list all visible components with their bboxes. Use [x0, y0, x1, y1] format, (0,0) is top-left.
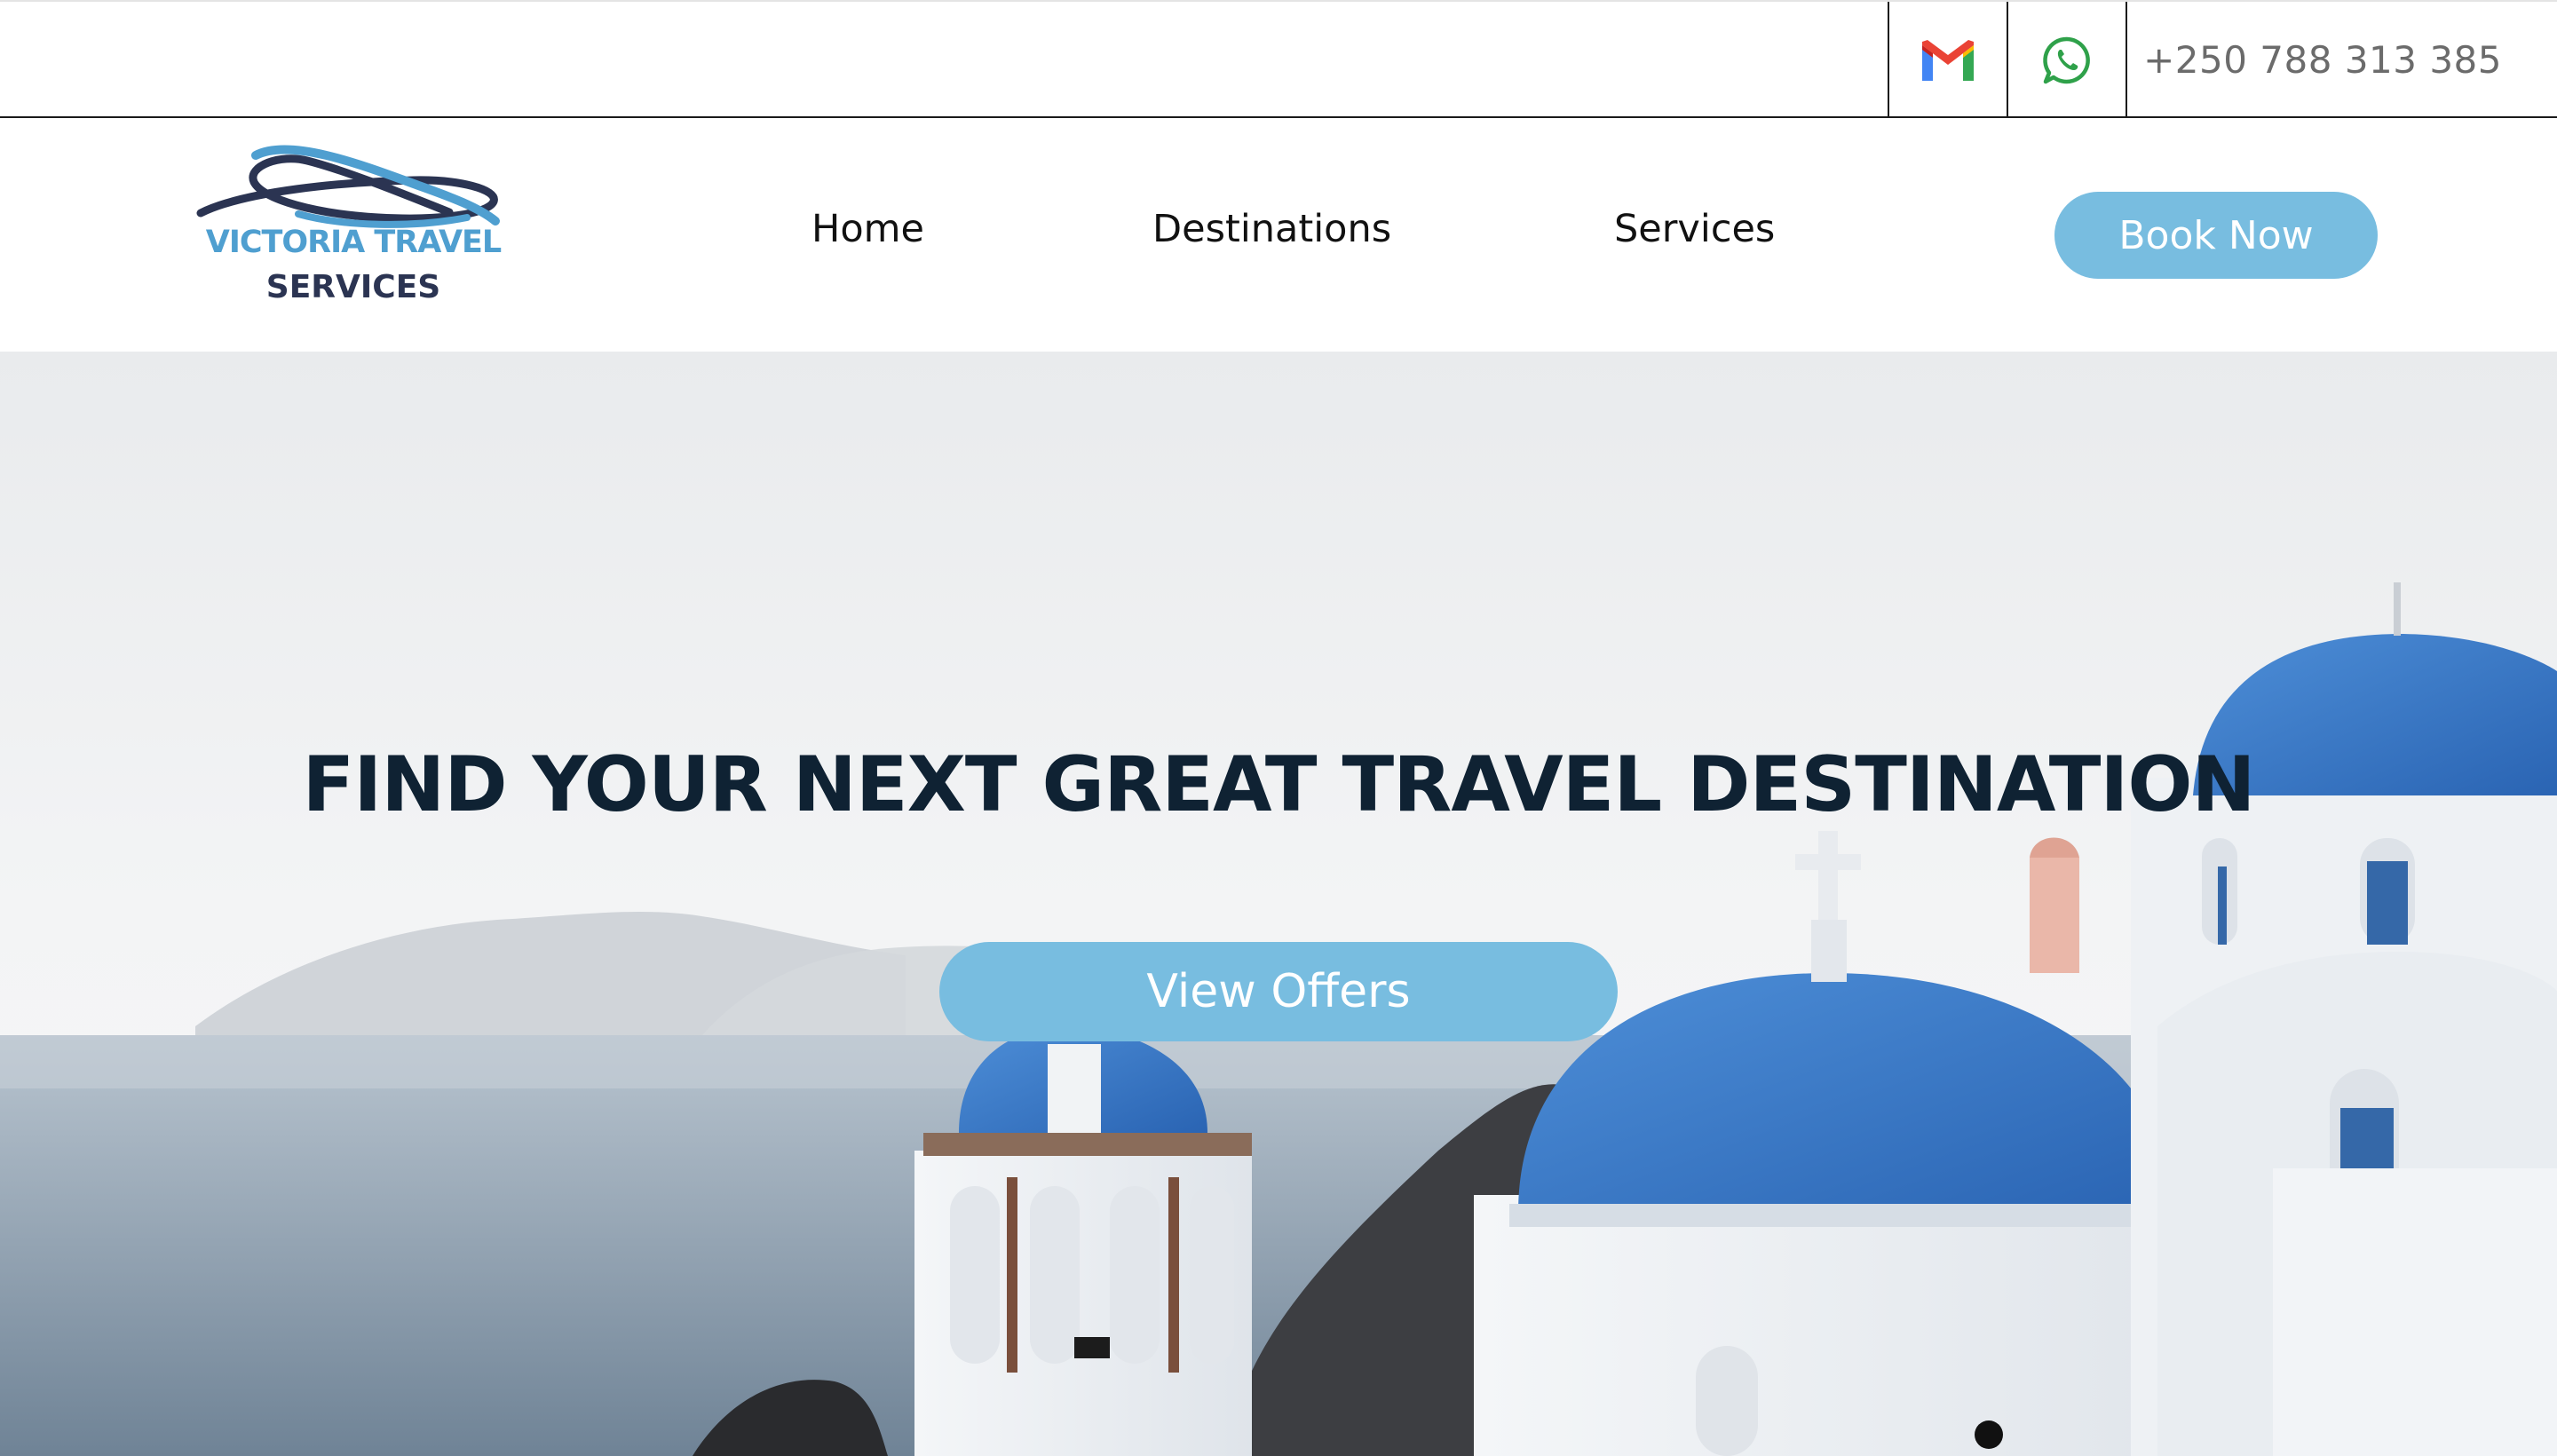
phone-number[interactable]: +250 788 313 385 [2126, 2, 2557, 118]
whatsapp-icon [2043, 36, 2090, 83]
logo[interactable]: VICTORIA TRAVEL SERVICES [192, 129, 503, 315]
santorini-hero-image [0, 352, 2557, 1456]
whatsapp-link[interactable] [2007, 2, 2126, 118]
site-header: VICTORIA TRAVEL SERVICES Home Destinatio… [0, 118, 2557, 352]
gmail-icon [1922, 39, 1974, 81]
phone-text: +250 788 313 385 [2143, 38, 2502, 82]
nav-destinations[interactable]: Destinations [1152, 207, 1391, 251]
airplane-logo-icon [196, 145, 500, 228]
logo-text-primary: VICTORIA TRAVEL [205, 225, 503, 260]
hero-section: FIND YOUR NEXT GREAT TRAVEL DESTINATION … [0, 352, 2557, 1456]
nav-home[interactable]: Home [811, 207, 924, 251]
hero-title: FIND YOUR NEXT GREAT TRAVEL DESTINATION [302, 740, 2255, 829]
view-offers-button[interactable]: View Offers [939, 942, 1618, 1041]
logo-text-secondary: SERVICES [265, 269, 441, 305]
book-now-button[interactable]: Book Now [2054, 192, 2378, 279]
nav-services[interactable]: Services [1614, 207, 1775, 251]
contact-bar: +250 788 313 385 [0, 0, 2557, 118]
gmail-link[interactable] [1888, 2, 2007, 118]
